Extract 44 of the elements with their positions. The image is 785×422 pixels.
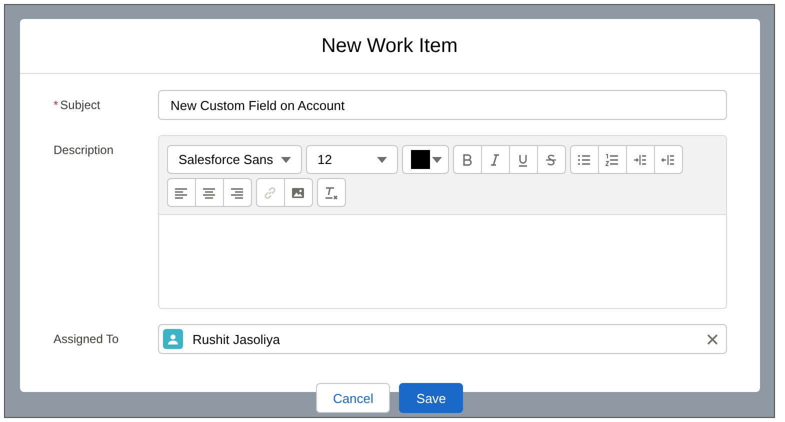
save-button[interactable]: Save (399, 383, 464, 413)
image-icon (291, 186, 305, 200)
toolbar-button[interactable] (626, 145, 654, 174)
toolbar-button[interactable] (480, 145, 510, 174)
toolbar-button[interactable] (654, 145, 682, 174)
toolbar-button[interactable] (536, 145, 566, 174)
indent-icon (633, 152, 647, 166)
description-label: Description (54, 142, 115, 157)
bulleted-list-icon (577, 152, 591, 166)
toolbar-button[interactable] (194, 178, 224, 207)
align-center-icon (202, 186, 216, 200)
assignee-name: Rushit Jasoliya (192, 332, 281, 346)
toolbar-button[interactable] (508, 145, 538, 174)
modal-title: New Work Item (20, 19, 760, 74)
required-mark: * (54, 98, 58, 112)
caret-icon (432, 156, 442, 162)
italic-icon (488, 152, 502, 166)
toolbar-button[interactable] (570, 145, 598, 174)
align-left-icon (174, 186, 188, 200)
toolbar-button[interactable] (598, 145, 626, 174)
toolbar-button[interactable] (222, 178, 252, 207)
outdent-icon (661, 152, 675, 166)
clear-formatting-icon (324, 186, 338, 200)
caret-icon (280, 156, 290, 162)
cancel-button[interactable]: Cancel (316, 383, 390, 413)
toolbar-button[interactable] (284, 178, 312, 207)
assigned-to-label: Assigned To (54, 331, 120, 346)
strikethrough-icon (544, 152, 558, 166)
user-icon (162, 329, 182, 349)
underline-icon (516, 152, 530, 166)
link-icon (263, 186, 277, 200)
color-select[interactable] (402, 145, 448, 174)
caret-icon (376, 156, 386, 162)
align-right-icon (230, 186, 244, 200)
numbered-list-icon (605, 152, 619, 166)
toolbar-button[interactable] (452, 145, 482, 174)
size-select[interactable]: 12 (306, 145, 398, 174)
subject-label: * Subject (54, 97, 102, 112)
assigned-to-field[interactable]: Rushit Jasoliya (158, 324, 726, 354)
toolbar-button[interactable] (166, 178, 196, 207)
subject-field[interactable]: New Custom Field on Account (158, 90, 726, 120)
font-select[interactable]: Salesforce Sans (166, 145, 302, 174)
toolbar-button[interactable] (316, 178, 346, 207)
close-icon[interactable] (706, 334, 718, 344)
